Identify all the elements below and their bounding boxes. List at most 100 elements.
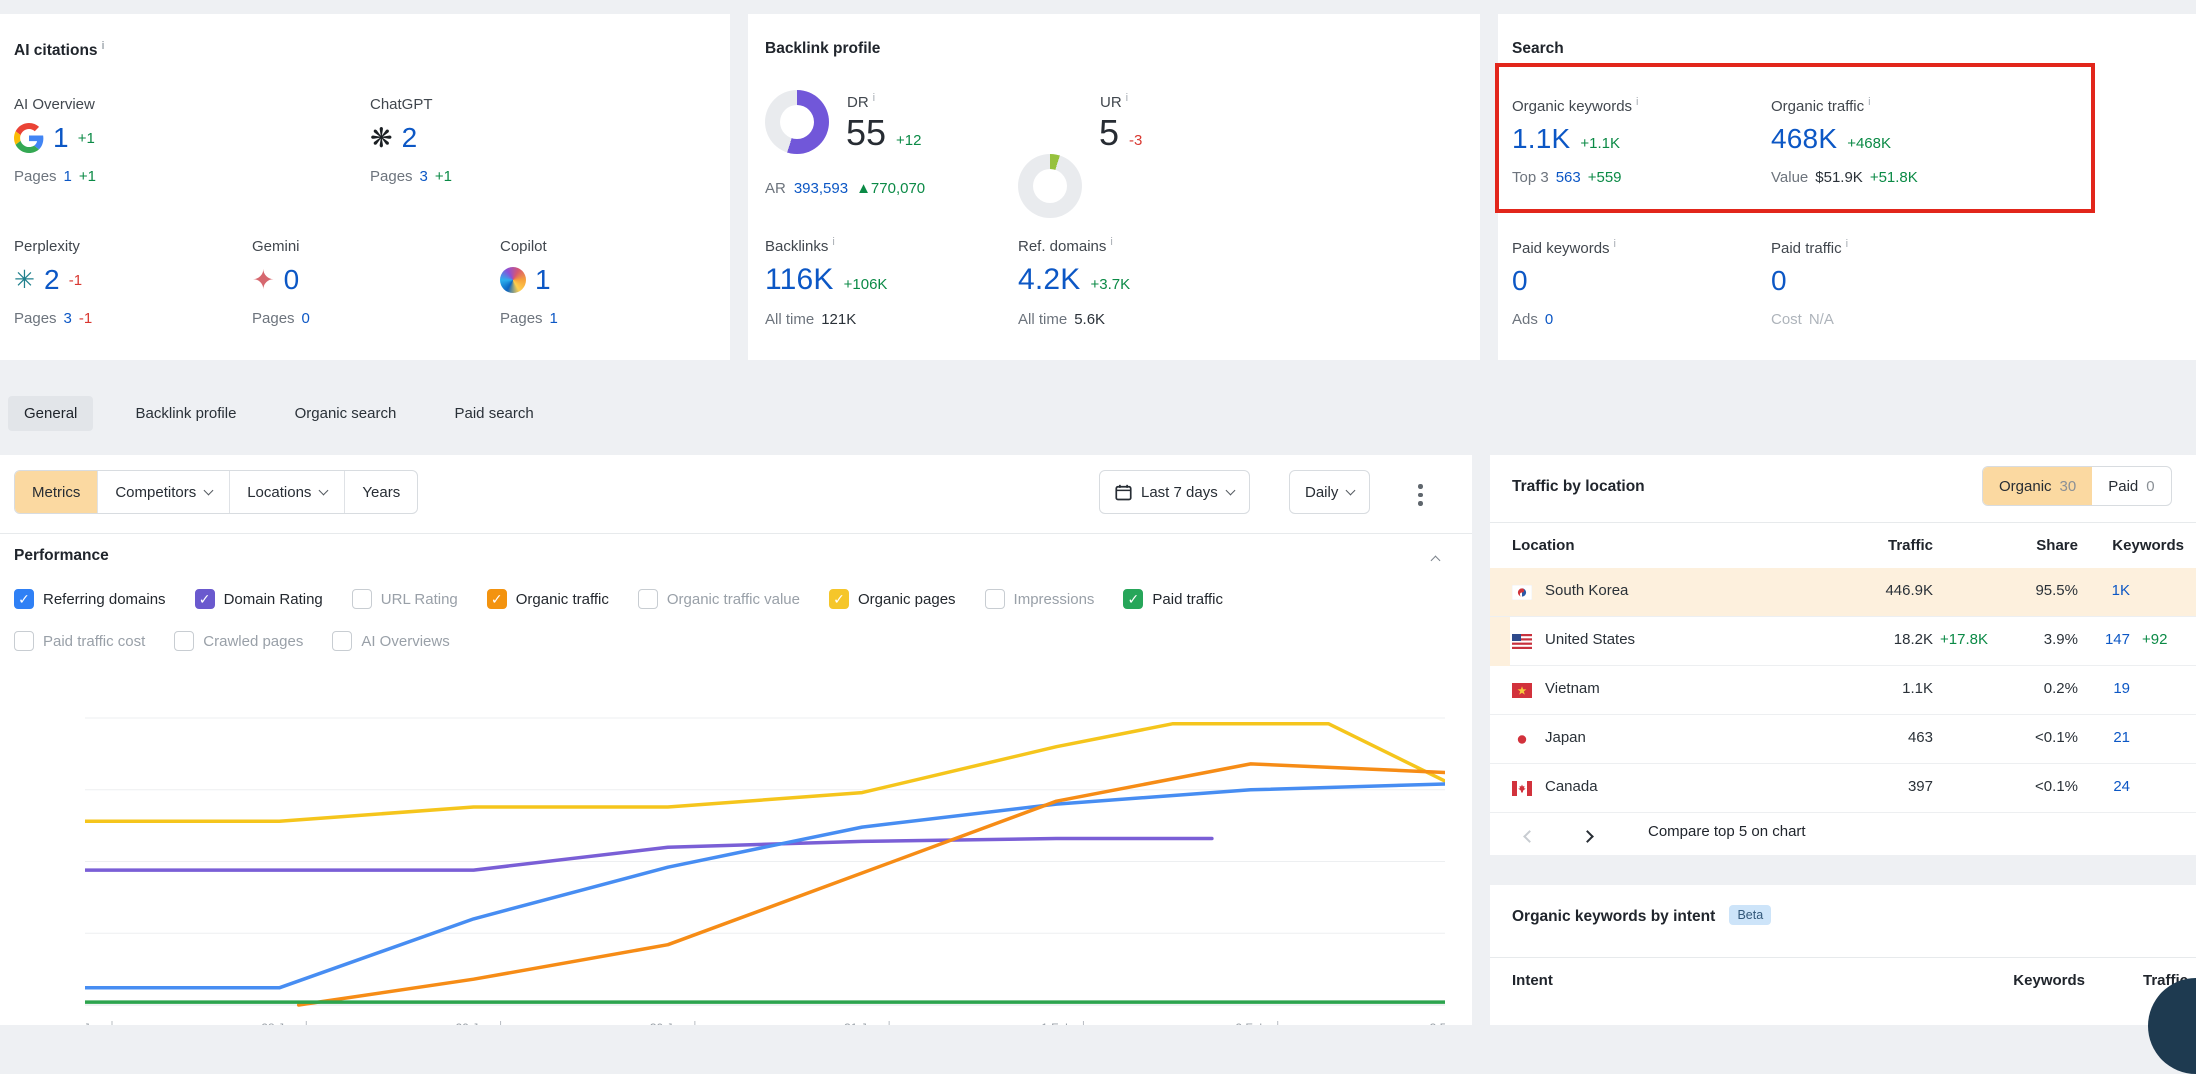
info-icon[interactable]: i [1126,92,1128,104]
compare-top5-link[interactable]: Compare top 5 on chart [1648,823,1806,840]
pagination-next-button[interactable] [1583,828,1592,845]
checkbox-paid-traffic[interactable]: ✓Paid traffic [1123,589,1223,609]
pages-count[interactable]: 1 [550,310,558,327]
toggle-organic[interactable]: Organic30 [1983,467,2092,505]
col-intent[interactable]: Intent [1512,972,1553,989]
dr-label: DRi [847,92,875,111]
pages-label: Pages [14,168,57,185]
keywords-by-intent-title: Organic keywords by intent [1512,908,1715,925]
tab-organic-search[interactable]: Organic search [279,396,413,431]
col-share[interactable]: Share [1998,537,2078,554]
checkbox-crawled-pages[interactable]: Crawled pages [174,631,303,651]
metric-label: Gemini [252,238,310,255]
date-range-button[interactable]: Last 7 days [1099,470,1250,514]
pages-count[interactable]: 3 [64,310,72,327]
ar-value[interactable]: 393,593 [794,180,848,197]
col-keywords[interactable]: Keywords [2102,537,2184,554]
traffic-value: 18.2K [1813,631,1933,648]
location-row-japan[interactable]: Japan 463 <0.1% 21 [1490,715,2196,764]
chevron-down-icon [1346,485,1356,495]
info-icon[interactable]: i [873,92,875,104]
checkbox-domain-rating[interactable]: ✓Domain Rating [195,589,323,609]
toggle-paid[interactable]: Paid0 [2092,467,2170,505]
filter-competitors[interactable]: Competitors [97,471,229,513]
checkbox-paid-traffic-cost[interactable]: Paid traffic cost [14,631,145,651]
gemini-count[interactable]: 0 [284,264,300,296]
tab-paid-search[interactable]: Paid search [439,396,550,431]
divider [1490,522,2196,523]
filter-locations[interactable]: Locations [229,471,344,513]
filter-years[interactable]: Years [344,471,417,513]
svg-text:3 Feb: 3 Feb [1430,1021,1445,1025]
performance-line-chart: 27 Jan28 Jan29 Jan30 Jan31 Jan1 Feb2 Feb… [85,680,1445,1025]
keywords-count[interactable]: 24 [2050,778,2130,795]
location-row-vietnam[interactable]: Vietnam 1.1K 0.2% 19 [1490,666,2196,715]
location-row-united-states[interactable]: United States 18.2K +17.8K 3.9% 147 +92 [1490,617,2196,666]
ai-citations-card: AI citationsi AI Overview 1 +1 Pages1+1 … [0,14,730,360]
keywords-count[interactable]: 1K [2050,582,2130,599]
checkbox-organic-pages[interactable]: ✓Organic pages [829,589,956,609]
google-icon [14,123,44,153]
ads-label: Ads [1512,311,1538,328]
location-row-canada[interactable]: Canada 397 <0.1% 24 [1490,764,2196,813]
perplexity-count[interactable]: 2 [44,264,60,296]
flag-united-states [1512,634,1532,649]
paid-keywords-value[interactable]: 0 [1512,265,1528,296]
ref-domains-label: Ref. domains [1018,238,1106,255]
checkbox-url-rating[interactable]: URL Rating [352,589,458,609]
metric-copilot: Copilot 1 Pages1 [500,238,558,327]
traffic-value: 1.1K [1813,680,1933,697]
pages-delta: -1 [79,310,92,327]
col-keywords[interactable]: Keywords [2005,972,2085,989]
chatgpt-count[interactable]: 2 [402,122,418,154]
svg-text:2 Feb: 2 Feb [1235,1021,1266,1025]
keywords-count[interactable]: 19 [2050,680,2130,697]
metric-label: Copilot [500,238,558,255]
pages-count[interactable]: 0 [302,310,310,327]
perplexity-icon: ✳ [14,268,35,293]
tab-general[interactable]: General [8,396,93,431]
svg-text:1 Feb: 1 Feb [1041,1021,1072,1025]
backlinks-label: Backlinks [765,238,828,255]
location-name: United States [1545,631,1635,648]
collapse-chevron-icon[interactable] [1431,556,1441,566]
checkbox-referring-domains[interactable]: ✓Referring domains [14,589,166,609]
checkbox-organic-traffic[interactable]: ✓Organic traffic [487,589,609,609]
svg-text:28 Jan: 28 Jan [261,1021,297,1025]
pages-count[interactable]: 1 [64,168,72,185]
keywords-by-intent-card: Organic keywords by intent Beta Intent K… [1490,885,2196,1025]
ai-overview-count[interactable]: 1 [53,122,69,154]
checkbox-impressions[interactable]: Impressions [985,589,1095,609]
backlink-profile-card: Backlink profile DRi 55 +12 AR 393,593 ▲… [748,14,1480,360]
red-highlight-annotation [1495,63,2095,213]
info-icon[interactable]: i [102,40,105,52]
more-options-button[interactable] [1412,478,1429,512]
backlinks-value[interactable]: 116K [765,263,834,297]
metric-chatgpt: ChatGPT ❋ 2 Pages3+1 [370,96,452,185]
col-location[interactable]: Location [1512,537,1575,554]
keywords-count[interactable]: 147 [2050,631,2130,648]
ads-value[interactable]: 0 [1545,311,1553,328]
col-traffic[interactable]: Traffic [1813,537,1933,554]
filter-metrics[interactable]: Metrics [15,471,97,513]
info-icon[interactable]: i [832,236,834,248]
paid-traffic-value[interactable]: 0 [1771,265,1787,296]
dr-value: 55 [846,112,886,154]
pages-label: Pages [370,168,413,185]
ref-domains-value[interactable]: 4.2K [1018,263,1081,297]
info-icon[interactable]: i [1110,236,1112,248]
flag-japan [1512,732,1532,747]
pages-count[interactable]: 3 [420,168,428,185]
location-row-south-korea[interactable]: South Korea 446.9K 95.5% 1K [1490,568,2196,617]
metric-label: ChatGPT [370,96,452,113]
tab-backlink-profile[interactable]: Backlink profile [120,396,253,431]
checkbox-ai-overviews[interactable]: AI Overviews [332,631,449,651]
copilot-count[interactable]: 1 [535,264,551,296]
keywords-count[interactable]: 21 [2050,729,2130,746]
checkbox-organic-traffic-value[interactable]: Organic traffic value [638,589,800,609]
info-icon[interactable]: i [1614,238,1616,250]
granularity-button[interactable]: Daily [1289,470,1370,514]
info-icon[interactable]: i [1846,238,1848,250]
pages-label: Pages [14,310,57,327]
pagination-prev-button[interactable] [1525,828,1534,845]
